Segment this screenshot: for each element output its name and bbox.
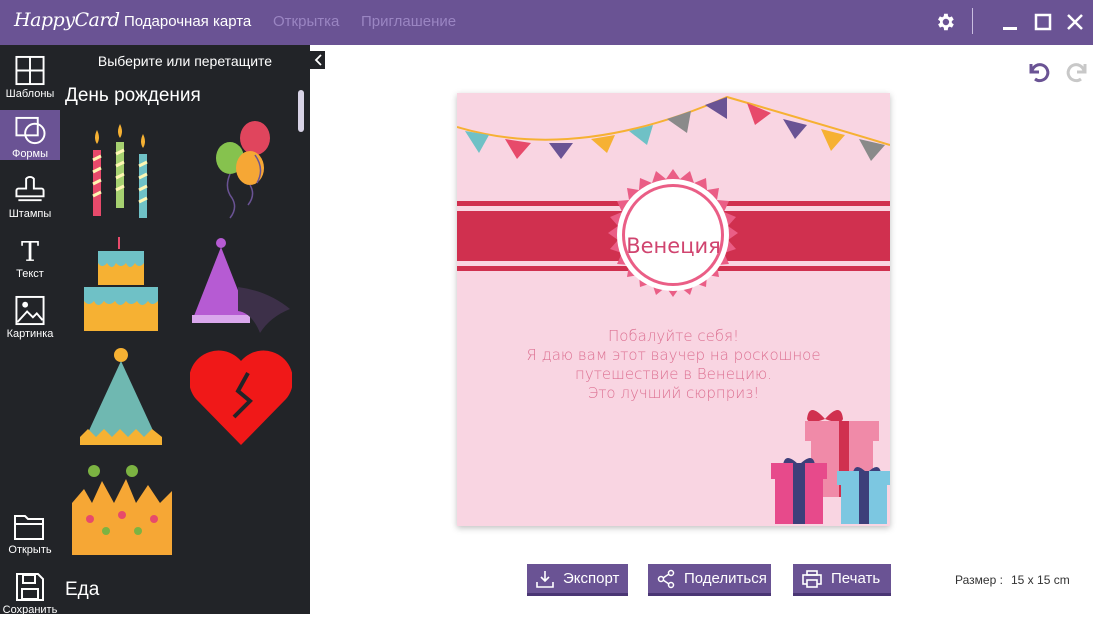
image-icon: [15, 295, 45, 326]
rail-label: Формы: [11, 148, 49, 160]
shapes-panel: Выберите или перетащите День рождения Ед…: [60, 45, 310, 614]
print-button[interactable]: Печать: [793, 564, 891, 596]
rail-label: Открыть: [8, 544, 52, 556]
share-label: Поделиться: [684, 570, 767, 587]
redo-icon[interactable]: [1065, 58, 1091, 84]
save-icon: [16, 573, 44, 601]
cake-shape[interactable]: [80, 233, 162, 333]
grid-icon: [15, 55, 45, 86]
stamp-icon: [15, 176, 45, 202]
category-food: Еда: [65, 579, 100, 600]
rail-label: Сохранить: [2, 604, 58, 616]
save-button[interactable]: Сохранить: [0, 567, 60, 617]
rail-label: Текст: [16, 268, 44, 280]
printer-icon: [802, 569, 822, 588]
tab-invitation[interactable]: Приглашение: [361, 13, 456, 30]
share-button[interactable]: Поделиться: [648, 564, 771, 596]
category-birthday: День рождения: [65, 85, 201, 106]
rail-item-image[interactable]: Картинка: [0, 290, 60, 340]
candles-shape[interactable]: [85, 120, 155, 220]
party-hat-purple-shape[interactable]: [190, 235, 295, 335]
size-value: 15 x 15 cm: [1011, 573, 1070, 587]
rail-label: Картинка: [6, 328, 54, 340]
tool-rail: Шаблоны Формы Штампы T Текст Картинка От…: [0, 45, 60, 617]
text-icon: T: [21, 237, 39, 266]
svg-text:T: T: [21, 237, 39, 266]
print-label: Печать: [831, 570, 881, 587]
folder-icon: [14, 515, 44, 540]
rail-item-text[interactable]: T Текст: [0, 230, 60, 280]
gift-boxes-decoration: [771, 410, 890, 524]
broken-heart-shape[interactable]: [190, 347, 292, 447]
balloons-shape[interactable]: [210, 120, 275, 220]
tab-postcard[interactable]: Открытка: [273, 13, 339, 30]
card-line: путешествие в Венецию.: [575, 365, 772, 383]
title-bar: HappyCard Подарочная карта Открытка Приг…: [0, 0, 1093, 45]
maximize-icon[interactable]: [1029, 8, 1057, 36]
size-label: Размер :: [955, 573, 1003, 587]
open-button[interactable]: Открыть: [0, 507, 60, 557]
crown-shape[interactable]: [70, 463, 174, 559]
download-icon: [536, 570, 554, 588]
card-message[interactable]: Побалуйте себя! Я даю вам этот ваучер на…: [457, 327, 890, 403]
card-line: Побалуйте себя!: [608, 327, 739, 345]
collapse-panel-button[interactable]: [310, 51, 325, 69]
tab-gift-card[interactable]: Подарочная карта: [124, 13, 251, 30]
gear-icon[interactable]: [931, 8, 959, 36]
party-hat-teal-shape[interactable]: [78, 345, 164, 450]
share-icon: [657, 569, 675, 588]
rail-item-shapes[interactable]: Формы: [0, 110, 60, 160]
shapes-icon: [15, 116, 46, 145]
minimize-icon[interactable]: [996, 8, 1024, 36]
undo-icon[interactable]: [1025, 58, 1051, 84]
export-button[interactable]: Экспорт: [527, 564, 628, 596]
app-logo: HappyCard: [14, 9, 120, 31]
panel-heading: Выберите или перетащите: [97, 53, 273, 69]
rail-label: Штампы: [8, 208, 52, 220]
export-label: Экспорт: [563, 570, 620, 587]
rail-item-templates[interactable]: Шаблоны: [0, 50, 60, 100]
close-icon[interactable]: [1061, 8, 1089, 36]
rail-label: Шаблоны: [5, 88, 55, 100]
card-title[interactable]: Венеция: [617, 234, 730, 258]
gift-card-preview[interactable]: Венеция Побалуйте себя! Я даю вам этот в…: [457, 93, 890, 526]
card-line: Это лучший сюрприз!: [587, 384, 760, 402]
card-line: Я даю вам этот ваучер на роскошное: [526, 346, 821, 364]
panel-scrollbar[interactable]: [298, 90, 304, 132]
chevron-left-icon: [314, 54, 322, 66]
titlebar-divider: [972, 8, 973, 34]
bunting-decoration: [457, 95, 890, 161]
rail-item-stamps[interactable]: Штампы: [0, 170, 60, 220]
